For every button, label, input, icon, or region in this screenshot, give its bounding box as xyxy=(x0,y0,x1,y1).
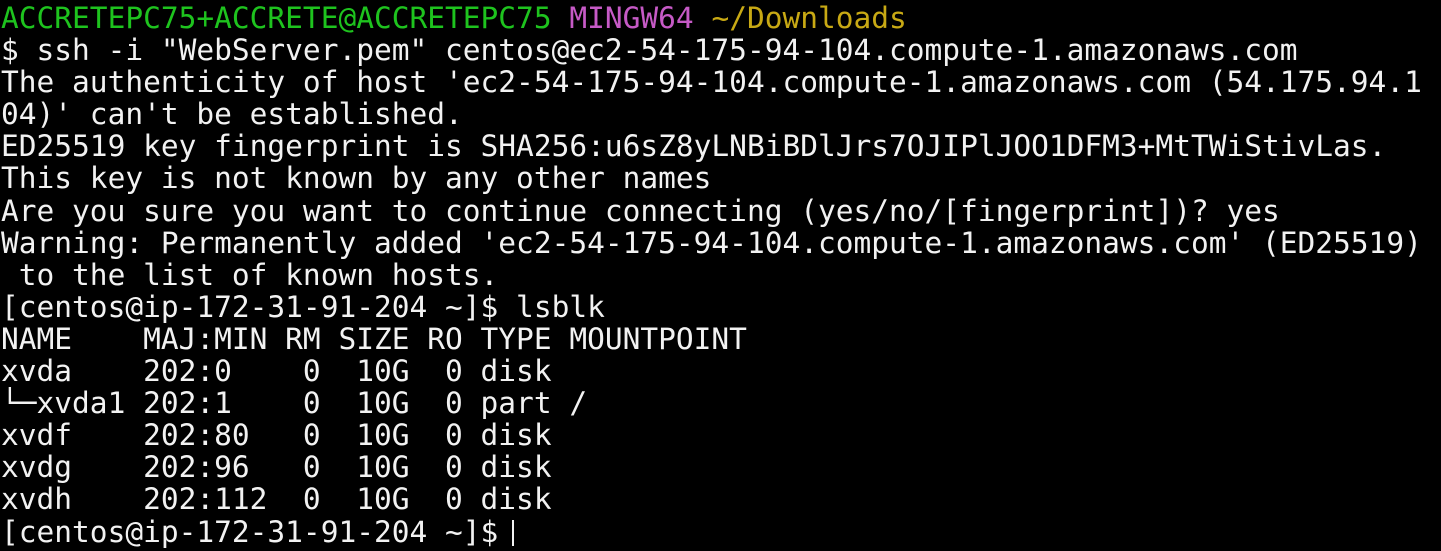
output-line: Warning: Permanently added 'ec2-54-175-9… xyxy=(1,226,1422,259)
prompt-line: ACCRETEPC75+ACCRETE@ACCRETEPC75 MINGW64 … xyxy=(1,2,1441,34)
prompt-cwd: ~/Downloads xyxy=(711,2,907,35)
output-line: Are you sure you want to continue connec… xyxy=(1,194,1280,227)
lsblk-row: xvdh 202:112 0 10G 0 disk xyxy=(1,483,552,516)
output-line: This key is not known by any other names xyxy=(1,162,712,195)
output-line: The authenticity of host 'ec2-54-175-94-… xyxy=(1,66,1422,99)
lsblk-row: xvda 202:0 0 10G 0 disk xyxy=(1,355,552,388)
lsblk-row: xvdf 202:80 0 10G 0 disk xyxy=(1,419,552,452)
prompt-user-host: ACCRETEPC75+ACCRETE@ACCRETEPC75 xyxy=(1,2,552,35)
input-line[interactable]: [centos@ip-172-31-91-204 ~]$ xyxy=(1,516,1441,548)
lsblk-row: xvdg 202:96 0 10G 0 disk xyxy=(1,451,552,484)
lsblk-command-line: [centos@ip-172-31-91-204 ~]$ lsblk xyxy=(1,290,605,323)
output-line: 04)' can't be established. xyxy=(1,98,463,131)
text-cursor xyxy=(512,519,515,546)
shell-prompt: [centos@ip-172-31-91-204 ~]$ xyxy=(1,515,499,548)
output-line: ED25519 key fingerprint is SHA256:u6sZ8y… xyxy=(1,130,1387,163)
prompt-msystem: MINGW64 xyxy=(569,2,694,35)
lsblk-row: └─xvda1 202:1 0 10G 0 part / xyxy=(1,387,588,420)
output-line: to the list of known hosts. xyxy=(1,258,499,291)
terminal-window[interactable]: ACCRETEPC75+ACCRETE@ACCRETEPC75 MINGW64 … xyxy=(0,0,1441,551)
lsblk-header-row: NAME MAJ:MIN RM SIZE RO TYPE MOUNTPOINT xyxy=(1,322,747,356)
ssh-command-line: $ ssh -i "WebServer.pem" centos@ec2-54-1… xyxy=(1,34,1298,67)
